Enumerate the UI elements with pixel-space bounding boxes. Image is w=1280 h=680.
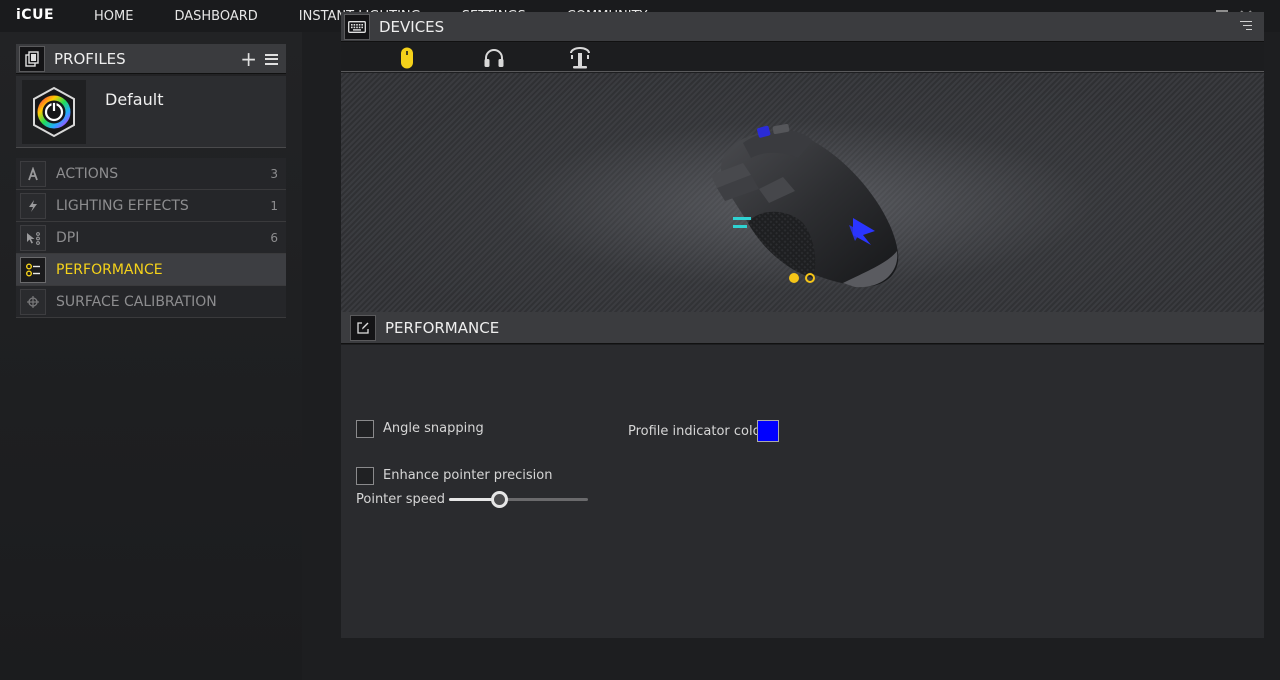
devices-title: DEVICES — [379, 17, 445, 36]
device-tab-headset[interactable] — [482, 46, 506, 70]
profile-settings-menu: ACTIONS 3 LIGHTING EFFECTS 1 DPI 6 PERFO… — [16, 158, 286, 318]
profile-item-default[interactable]: Default — [16, 76, 286, 148]
profiles-actions: + — [240, 44, 278, 74]
menu-label: DPI — [56, 229, 80, 246]
profile-name: Default — [105, 90, 164, 109]
menu-count: 3 — [270, 166, 278, 181]
icue-logo-icon — [33, 86, 75, 138]
lightning-icon — [20, 192, 46, 219]
crosshair-icon — [20, 288, 46, 315]
pointer-speed-label: Pointer speed — [356, 492, 446, 507]
menu-item-lighting-effects[interactable]: LIGHTING EFFECTS 1 — [16, 190, 286, 222]
mouse-icon — [401, 47, 413, 69]
menu-label: PERFORMANCE — [56, 261, 163, 278]
headset-icon — [484, 49, 504, 67]
profiles-header: PROFILES + — [16, 44, 286, 74]
left-panel: PROFILES + Default ACTIONS 3 LIGHTING EF… — [0, 32, 302, 680]
profile-indicator-color-label: Profile indicator color — [628, 424, 766, 439]
menu-item-surface-calibration[interactable]: SURFACE CALIBRATION — [16, 286, 286, 318]
enhance-pointer-precision-checkbox[interactable] — [356, 467, 374, 485]
enhance-pointer-precision-label: Enhance pointer precision — [383, 468, 553, 483]
actions-icon — [20, 160, 46, 187]
angle-snapping-label: Angle snapping — [383, 421, 484, 436]
menu-label: SURFACE CALIBRATION — [56, 293, 217, 310]
performance-title: PERFORMANCE — [385, 318, 500, 337]
devices-header: DEVICES — [341, 12, 1264, 42]
menu-label: LIGHTING EFFECTS — [56, 197, 189, 214]
profiles-icon — [19, 45, 45, 72]
device-tabs — [341, 43, 1264, 72]
profiles-title: PROFILES — [54, 49, 126, 68]
app-logo: iCUE — [16, 7, 55, 23]
device-preview — [341, 73, 1264, 313]
menu-item-actions[interactable]: ACTIONS 3 — [16, 158, 286, 190]
nav-dashboard[interactable]: DASHBOARD — [174, 9, 257, 24]
menu-item-dpi[interactable]: DPI 6 — [16, 222, 286, 254]
edit-icon — [350, 314, 376, 341]
pager-dot-1[interactable] — [789, 273, 799, 283]
menu-item-performance[interactable]: PERFORMANCE — [16, 254, 286, 286]
menu-count: 1 — [270, 198, 278, 213]
keyboard-icon — [344, 13, 370, 40]
add-profile-button[interactable]: + — [240, 49, 257, 69]
profiles-menu-icon[interactable] — [265, 53, 278, 65]
device-pager — [789, 273, 815, 283]
headset-stand-icon — [570, 47, 590, 69]
device-tab-mouse[interactable] — [395, 46, 419, 70]
performance-icon — [20, 256, 46, 283]
pager-dot-2[interactable] — [805, 273, 815, 283]
profile-avatar — [22, 80, 86, 144]
angle-snapping-checkbox[interactable] — [356, 420, 374, 438]
menu-count: 6 — [270, 230, 278, 245]
performance-header: PERFORMANCE — [341, 312, 1264, 344]
pointer-speed-slider[interactable] — [449, 491, 588, 508]
menu-label: ACTIONS — [56, 165, 119, 182]
sort-icon[interactable] — [1240, 21, 1252, 31]
profile-indicator-color-swatch[interactable] — [757, 420, 779, 442]
device-tab-headset-stand[interactable] — [568, 46, 592, 70]
nav-home[interactable]: HOME — [94, 9, 133, 24]
performance-settings: Angle snapping Profile indicator color E… — [341, 345, 1264, 638]
mouse-device-image[interactable] — [703, 113, 903, 293]
dpi-icon — [20, 224, 46, 251]
pointer-speed-thumb[interactable] — [490, 491, 508, 508]
